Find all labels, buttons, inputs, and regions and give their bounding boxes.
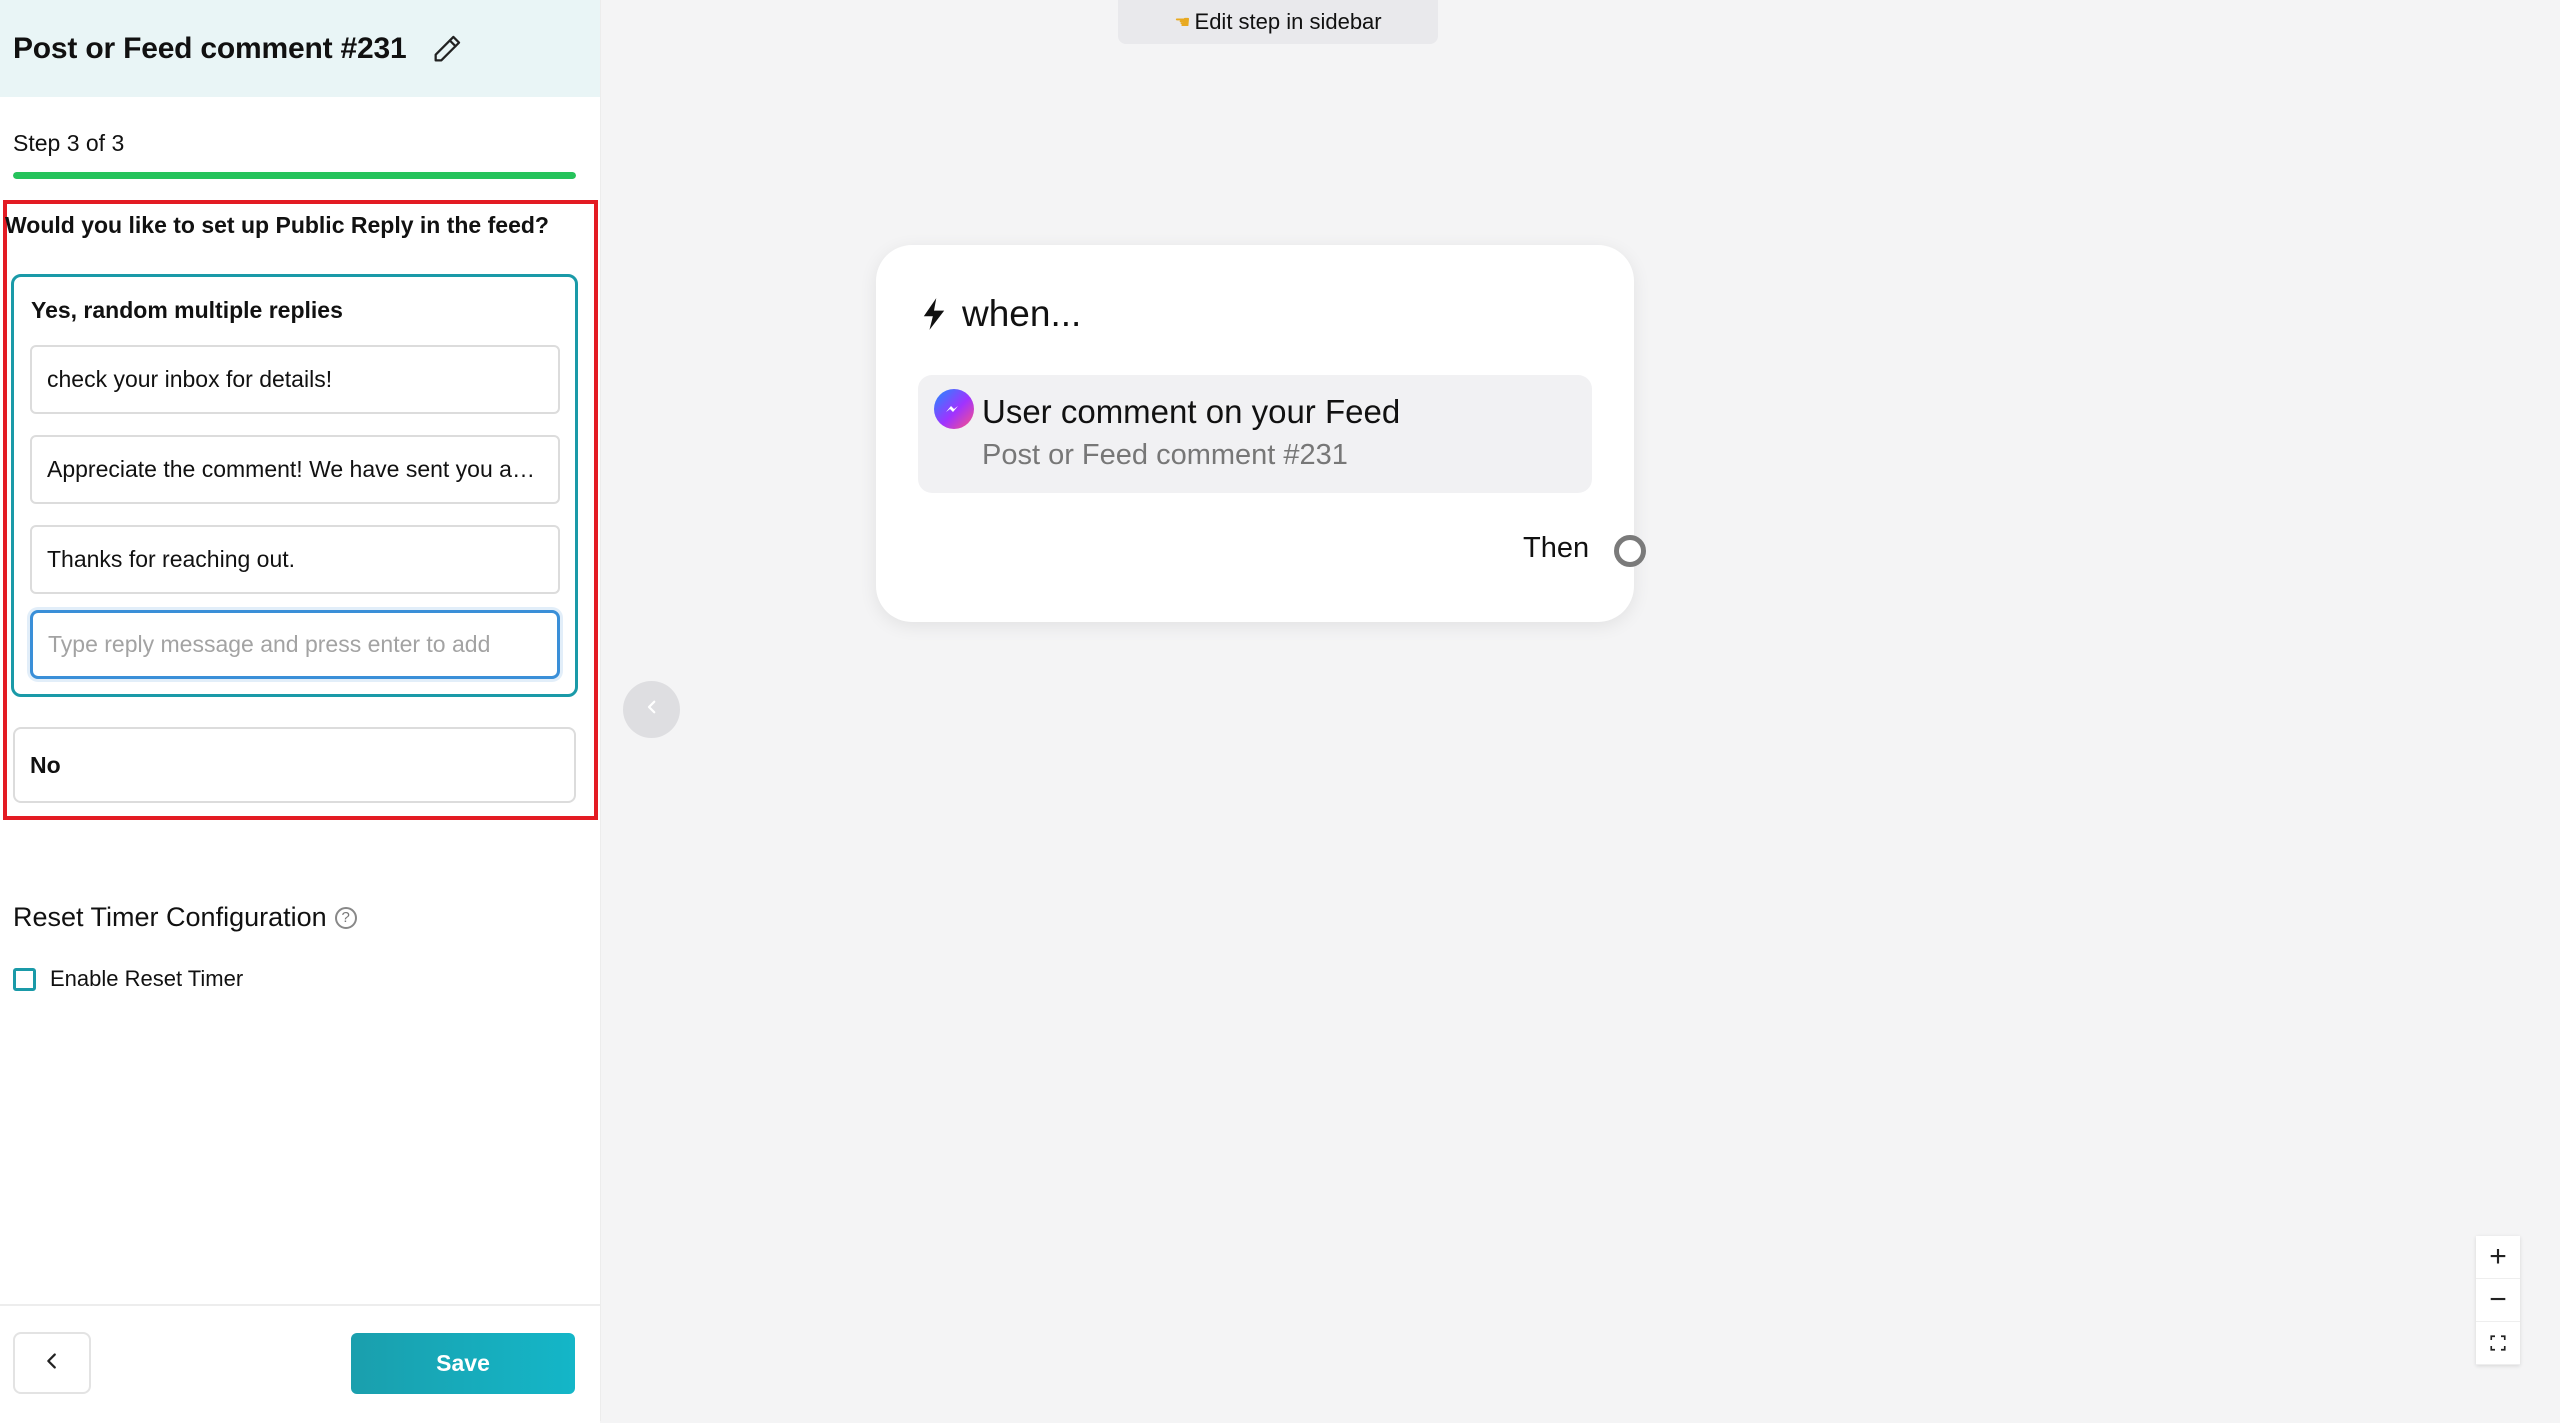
option-yes-card[interactable]: Yes, random multiple replies check your … — [11, 274, 578, 697]
reset-timer-section: Reset Timer Configuration ? — [13, 902, 357, 933]
edit-step-hint: ☚ Edit step in sidebar — [1118, 0, 1438, 44]
enable-reset-timer-checkbox[interactable] — [13, 967, 36, 991]
progress-bar — [13, 172, 576, 179]
help-icon[interactable]: ? — [334, 906, 357, 929]
sidebar: Post or Feed comment #231 Step 3 of 3 Wo… — [0, 0, 601, 1423]
sidebar-header: Post or Feed comment #231 — [0, 0, 600, 97]
page-title: Post or Feed comment #231 — [13, 31, 407, 65]
pointing-hand-icon: ☚ — [1174, 11, 1191, 32]
reply-item[interactable]: Thanks for reaching out. — [30, 525, 560, 594]
lightning-icon — [920, 297, 948, 331]
reply-item[interactable]: check your inbox for details! — [30, 345, 560, 414]
messenger-icon — [934, 389, 974, 429]
chevron-left-icon — [41, 1350, 63, 1377]
save-button[interactable]: Save — [351, 1333, 575, 1394]
zoom-in-button[interactable]: + — [2476, 1236, 2520, 1279]
node-when-label: when... — [962, 293, 1082, 334]
chevron-left-icon — [643, 698, 661, 721]
fit-view-button[interactable] — [2476, 1322, 2520, 1365]
zoom-out-button[interactable]: − — [2476, 1279, 2520, 1322]
reset-timer-title: Reset Timer Configuration — [13, 902, 327, 932]
enable-reset-timer-label: Enable Reset Timer — [50, 966, 244, 991]
then-connector-handle[interactable] — [1614, 535, 1646, 567]
trigger-title: User comment on your Feed — [982, 393, 1401, 430]
enable-reset-timer-row[interactable]: Enable Reset Timer — [13, 966, 243, 992]
option-no-card[interactable]: No — [13, 727, 576, 803]
reply-item[interactable]: Appreciate the comment! We have sent you… — [30, 435, 560, 504]
then-label: Then — [1523, 532, 1590, 564]
trigger-node[interactable]: when... User comment on your Feed Post o… — [876, 245, 1646, 622]
collapse-sidebar-button[interactable] — [623, 681, 680, 738]
back-button[interactable] — [13, 1332, 91, 1394]
sidebar-footer: Save — [0, 1304, 600, 1423]
node-when-header: when... — [920, 293, 1081, 335]
fullscreen-icon — [2489, 1326, 2507, 1360]
progress-fill — [13, 172, 576, 179]
option-yes-label: Yes, random multiple replies — [31, 297, 343, 323]
trigger-item[interactable]: User comment on your Feed Post or Feed c… — [918, 375, 1592, 493]
trigger-subtitle: Post or Feed comment #231 — [982, 439, 1348, 471]
step-indicator: Step 3 of 3 — [13, 130, 125, 156]
question-text: Would you like to set up Public Reply in… — [5, 212, 549, 238]
edit-step-hint-text: Edit step in sidebar — [1194, 9, 1382, 34]
pencil-icon[interactable] — [430, 32, 464, 66]
zoom-controls: + − — [2476, 1236, 2520, 1365]
reply-message-input[interactable] — [30, 610, 560, 679]
